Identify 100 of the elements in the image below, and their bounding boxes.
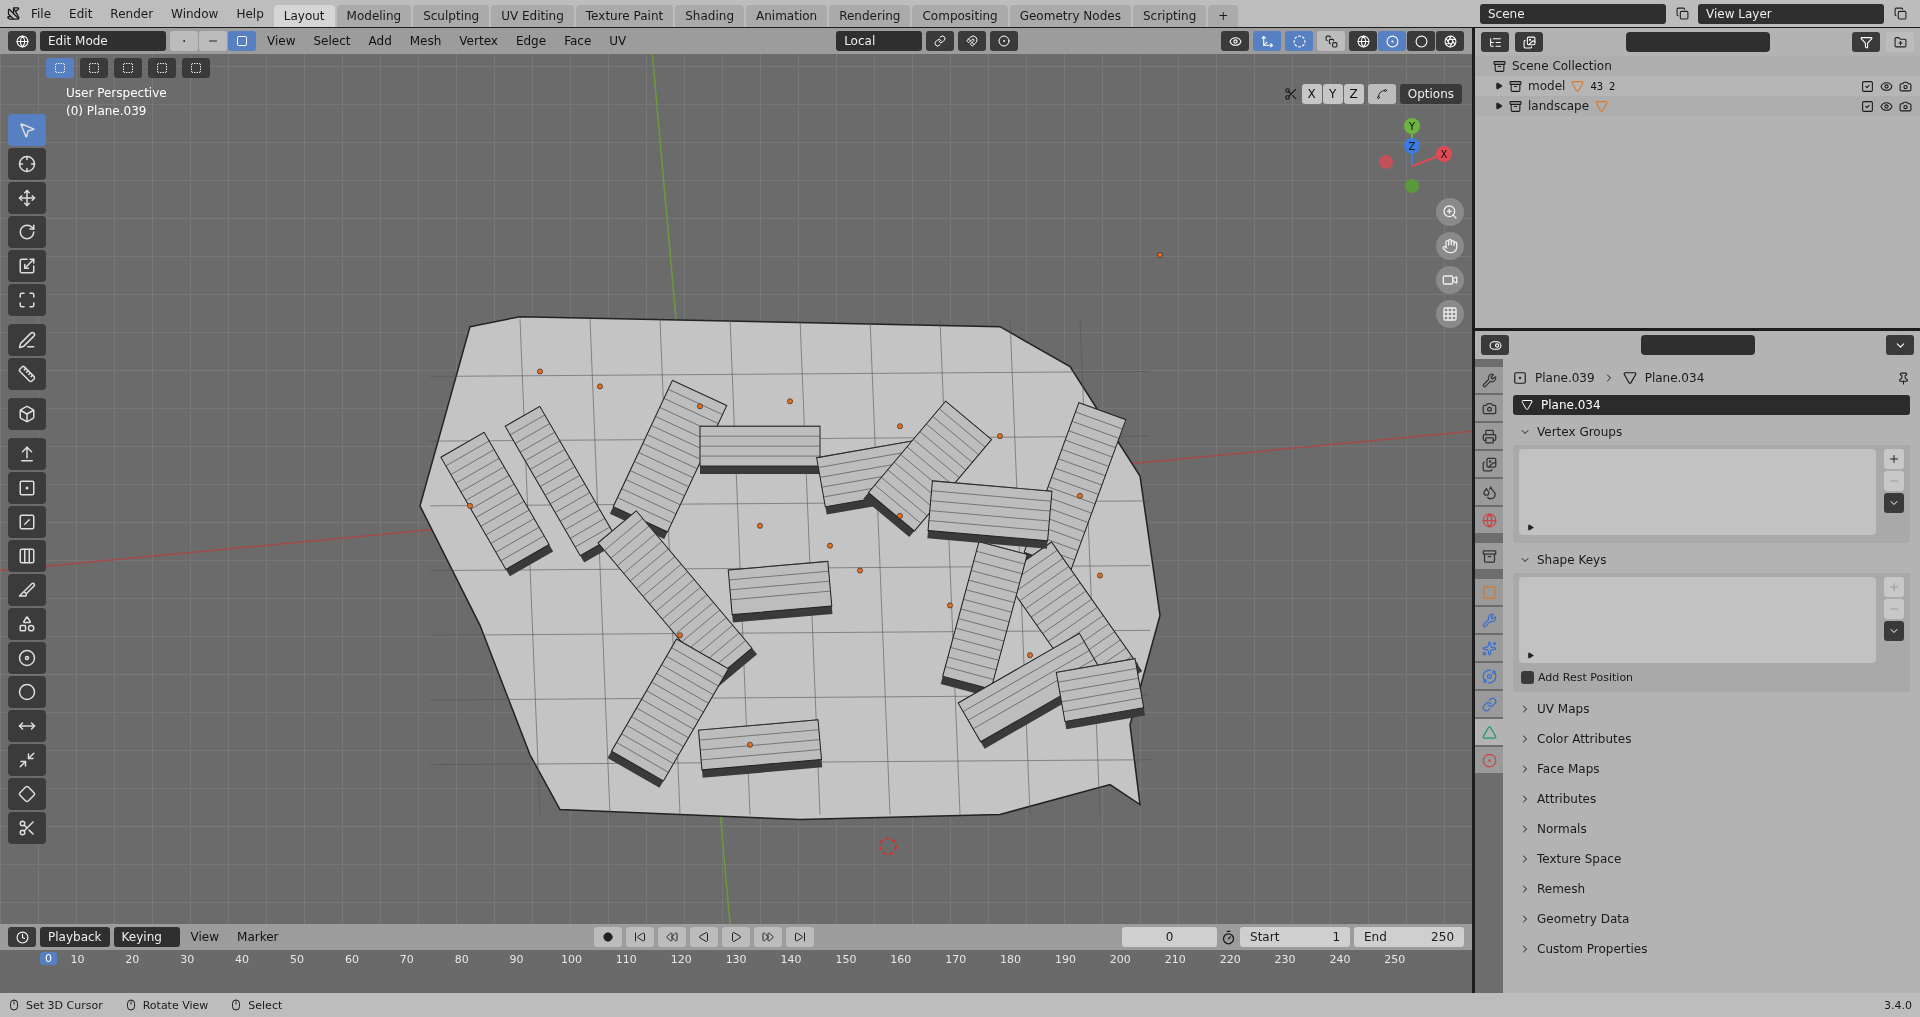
shapes-icon[interactable] — [8, 608, 46, 640]
selection-mode-icon[interactable] — [46, 58, 74, 78]
scene-selector[interactable]: Scene — [1480, 3, 1666, 24]
menu-item[interactable]: Vertex — [452, 32, 505, 50]
view-layer-selector[interactable]: View Layer — [1698, 3, 1884, 24]
menu-item[interactable]: Help — [228, 4, 272, 23]
images-icon[interactable] — [1515, 32, 1543, 52]
selection-mode-icon[interactable] — [148, 58, 176, 78]
horizontal-arrows-icon[interactable] — [8, 710, 46, 742]
face-select-icon[interactable] — [228, 31, 256, 51]
mirror-axis-toggle[interactable]: Y — [1322, 84, 1343, 104]
camera-icon[interactable] — [1475, 395, 1503, 421]
workspace-tab[interactable]: Compositing — [912, 4, 1008, 27]
selection-mode-icon[interactable] — [182, 58, 210, 78]
magnet-icon[interactable] — [958, 31, 987, 51]
add-icon[interactable] — [1884, 449, 1904, 469]
proportional-edit-icon[interactable] — [990, 31, 1019, 51]
clock-icon[interactable] — [8, 927, 36, 947]
chevron-down-icon[interactable] — [1886, 335, 1914, 355]
square-slash-icon[interactable] — [8, 506, 46, 538]
cube-icon[interactable] — [8, 398, 46, 430]
workspace-tab[interactable]: Sculpting — [413, 4, 490, 27]
workspace-tab[interactable]: Scripting — [1132, 4, 1207, 27]
options-dropdown[interactable]: Options — [1399, 84, 1462, 104]
grid-icon[interactable] — [1436, 300, 1464, 328]
menu-item[interactable]: Select — [306, 32, 358, 50]
menu-item[interactable]: Mesh — [402, 32, 449, 50]
selection-mode-icon[interactable] — [114, 58, 142, 78]
start-frame-field[interactable]: Start 1 — [1240, 927, 1350, 947]
menu-item[interactable]: File — [23, 4, 60, 23]
editor-type-icon[interactable] — [1481, 335, 1509, 355]
droplets-icon[interactable] — [1475, 479, 1503, 505]
menu-item[interactable]: Face — [557, 32, 599, 50]
add-workspace-tab[interactable]: + — [1208, 4, 1239, 27]
xray-icon[interactable] — [1317, 31, 1345, 51]
move-icon[interactable] — [8, 182, 46, 214]
record-icon[interactable] — [593, 927, 622, 947]
mode-dropdown[interactable]: Edit Mode — [40, 31, 166, 51]
jump-start-icon[interactable] — [625, 927, 654, 947]
previous-key-icon[interactable] — [657, 927, 686, 947]
crosshair-icon[interactable] — [8, 148, 46, 180]
current-frame-field[interactable]: 0 — [1122, 927, 1217, 947]
chevron-down-icon[interactable] — [1884, 493, 1904, 513]
zoom-icon[interactable] — [1436, 198, 1464, 226]
menu-item[interactable]: Render — [102, 4, 162, 23]
orientation-dropdown[interactable]: Local — [836, 31, 923, 51]
panel-header[interactable]: Shape Keys — [1513, 547, 1910, 573]
end-frame-field[interactable]: End 250 — [1354, 927, 1464, 947]
caret-icon[interactable] — [1495, 82, 1503, 90]
playhead-marker[interactable]: 0 — [40, 952, 57, 965]
pen-icon[interactable] — [8, 324, 46, 356]
workspace-tab[interactable]: Rendering — [829, 4, 911, 27]
menu-dropdown[interactable]: Keying — [113, 927, 180, 947]
next-key-icon[interactable] — [753, 927, 782, 947]
editor-type-icon[interactable] — [8, 31, 36, 51]
collection-name[interactable]: model — [1528, 79, 1566, 93]
menu-item[interactable]: Edit — [61, 4, 101, 23]
search-field[interactable] — [1640, 335, 1755, 355]
archive-icon[interactable] — [1475, 543, 1503, 569]
checkbox-icon[interactable] — [1861, 79, 1874, 93]
scissors-icon[interactable] — [8, 812, 46, 844]
menu-item[interactable]: View — [183, 928, 227, 946]
hand-icon[interactable] — [1436, 232, 1464, 260]
mesh-data-field[interactable]: Plane.034 — [1513, 395, 1910, 415]
camera-icon[interactable] — [1899, 79, 1912, 93]
workspace-tab[interactable]: UV Editing — [491, 4, 574, 27]
caret-icon[interactable] — [1495, 102, 1503, 110]
menu-dropdown[interactable]: Playback — [40, 927, 110, 947]
workspace-tab[interactable]: Animation — [746, 4, 828, 27]
link-icon[interactable] — [926, 31, 955, 51]
menu-item[interactable]: UV — [602, 32, 634, 50]
display-mode-icon[interactable] — [1481, 32, 1509, 52]
camera-icon[interactable] — [1436, 266, 1464, 294]
panel-header[interactable]: Vertex Groups — [1513, 419, 1910, 445]
scale-icon[interactable] — [8, 250, 46, 282]
workspace-tab[interactable]: Modeling — [336, 4, 412, 27]
shrink-icon[interactable] — [8, 744, 46, 776]
menu-item[interactable]: Marker — [230, 928, 286, 946]
menu-item[interactable]: Add — [361, 32, 399, 50]
eye-icon[interactable] — [1880, 99, 1893, 113]
play-reverse-icon[interactable] — [689, 927, 718, 947]
eye-icon[interactable] — [1221, 31, 1249, 51]
workspace-tab[interactable]: Texture Paint — [575, 4, 674, 27]
camera-icon[interactable] — [1899, 99, 1912, 113]
rotate-icon[interactable] — [8, 216, 46, 248]
ruler-icon[interactable] — [8, 358, 46, 390]
checkbox[interactable] — [1521, 671, 1534, 684]
checkbox-icon[interactable] — [1861, 99, 1874, 113]
chevron-down-icon[interactable] — [1884, 621, 1904, 641]
workspace-tab[interactable]: Layout — [273, 4, 335, 27]
arrow-up-icon[interactable] — [8, 438, 46, 470]
mirror-axis-toggle[interactable]: X — [1301, 84, 1322, 104]
menu-item[interactable]: Window — [163, 4, 227, 23]
workspace-tab[interactable]: Shading — [675, 4, 744, 27]
expand-icon[interactable] — [8, 284, 46, 316]
eye-icon[interactable] — [1880, 79, 1893, 93]
selection-mode-icon[interactable] — [80, 58, 108, 78]
auto-merge-icon[interactable] — [1367, 84, 1396, 104]
search-field[interactable] — [1625, 32, 1770, 52]
axis-gizmo-drawing[interactable]: Y Z X — [1374, 116, 1454, 206]
